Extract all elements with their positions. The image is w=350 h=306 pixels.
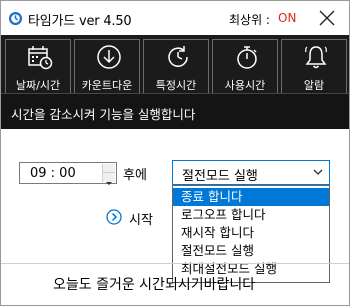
stopwatch-icon	[237, 46, 257, 69]
chevron-down-icon	[313, 169, 323, 175]
start-arrow-icon[interactable]	[106, 209, 122, 225]
bell-icon	[305, 46, 327, 69]
time-input[interactable]: 09 : 00	[19, 162, 117, 185]
download-countdown-icon	[97, 45, 121, 69]
dropdown-option-shutdown[interactable]: 종료 합니다	[173, 188, 329, 206]
spin-down-button[interactable]	[103, 173, 115, 185]
time-value: 09 : 00	[30, 166, 76, 181]
calendar-clock-icon	[28, 46, 53, 70]
tool-usage-time-label: 사용시간	[224, 79, 266, 92]
start-button[interactable]: 시작	[129, 209, 153, 228]
action-select-value: 절전모드 실행	[182, 169, 258, 184]
tool-specific-time-button[interactable]: 특정시간	[143, 39, 209, 93]
app-logo-icon	[8, 11, 23, 26]
tool-countdown-button[interactable]: 카운트다운	[74, 39, 140, 93]
after-label: 후에	[123, 168, 147, 183]
window-title: 타임가드 ver 4.50	[28, 14, 132, 29]
tool-specific-time-label: 특정시간	[155, 79, 197, 92]
close-button[interactable]	[315, 6, 339, 30]
topmost-toggle[interactable]: ON	[278, 11, 296, 25]
divider	[1, 263, 349, 264]
spin-up-button[interactable]	[103, 164, 115, 176]
topmost-label: 최상위 :	[229, 13, 270, 27]
app-window: 타임가드 ver 4.50 최상위 : ON 날짜/시간 카운트다운 특정시간 …	[0, 0, 350, 306]
mode-toolbar: 날짜/시간 카운트다운 특정시간 사용시간 알람	[1, 35, 349, 93]
mode-description: 시간을 감소시켜 기능을 실행합니다	[11, 107, 196, 122]
action-select[interactable]: 절전모드 실행	[172, 160, 330, 185]
tool-alarm-label: 알람	[303, 79, 325, 92]
tool-datetime-button[interactable]: 날짜/시간	[5, 39, 71, 93]
description-bar: 시간을 감소시켜 기능을 실행합니다	[1, 93, 349, 129]
tool-countdown-label: 카운트다운	[81, 79, 133, 92]
greeting-message: 오늘도 즐거운 시간되시기바랍니다	[53, 277, 256, 293]
tool-alarm-button[interactable]: 알람	[281, 39, 347, 93]
tool-usage-time-button[interactable]: 사용시간	[212, 39, 278, 93]
title-bar: 타임가드 ver 4.50 최상위 : ON	[1, 1, 349, 35]
tool-datetime-label: 날짜/시간	[15, 79, 61, 92]
spin-down-icon	[106, 182, 112, 185]
dropdown-option-logoff[interactable]: 로그오프 합니다	[173, 206, 329, 224]
dropdown-option-sleep[interactable]: 절전모드 실행	[173, 242, 329, 260]
dropdown-option-restart[interactable]: 재시작 합니다	[173, 224, 329, 242]
time-spinner	[102, 164, 115, 185]
action-dropdown-list: 종료 합니다 로그오프 합니다 재시작 합니다 절전모드 실행 최대절전모드 실…	[172, 185, 330, 283]
clock-refresh-icon	[168, 46, 188, 67]
